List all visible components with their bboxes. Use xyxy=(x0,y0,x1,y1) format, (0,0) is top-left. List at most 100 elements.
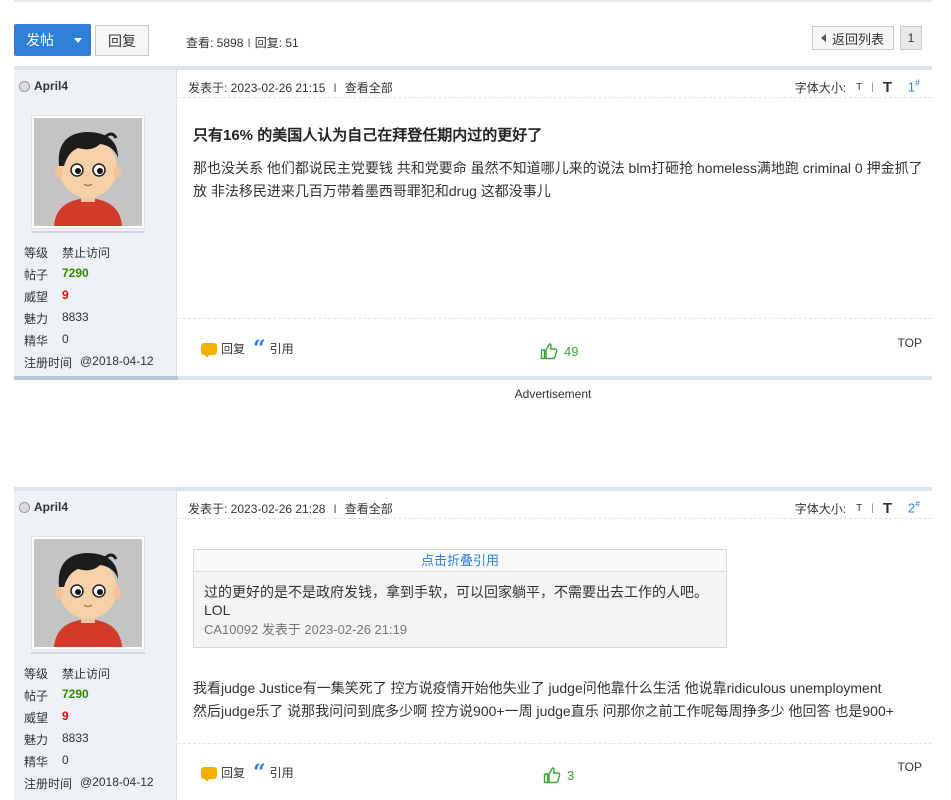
author-sidebar: April4 等级 禁止访问 帖子 7290 威望 9 魅力 8833 精华 0… xyxy=(14,491,177,800)
chat-bubble-icon xyxy=(201,342,217,358)
stat-label: 威望 xyxy=(24,290,49,304)
like-button[interactable]: 3 xyxy=(543,766,574,784)
avatar-cartoon-icon xyxy=(34,539,142,647)
stat-registered: 注册时间 @2018-04-12 xyxy=(24,775,154,792)
stat-label: 帖子 xyxy=(24,268,49,282)
stat-value[interactable]: 禁止访问 xyxy=(62,244,110,261)
thumbs-up-icon xyxy=(540,343,558,360)
avatar[interactable] xyxy=(31,115,145,229)
avatar[interactable] xyxy=(31,536,145,650)
font-size-label: 字体大小: xyxy=(794,502,847,516)
stat-label: 帖子 xyxy=(24,689,49,703)
stat-value: 8833 xyxy=(62,310,89,324)
back-to-list-button[interactable]: 返回列表 xyxy=(812,26,894,50)
avatar-cartoon-icon xyxy=(34,118,142,226)
stat-elite: 精华 0 xyxy=(24,753,69,770)
quote-action-label: 引用 xyxy=(269,342,294,356)
post-title: 只有16% 的美国人认为自己在拜登任期内过的更好了 xyxy=(193,127,543,144)
header-separator: I xyxy=(333,81,337,95)
quote-action[interactable]: “ 引用 xyxy=(253,762,294,784)
back-to-list-label: 返回列表 xyxy=(832,31,885,47)
view-all-link[interactable]: 查看全部 xyxy=(345,502,393,516)
replies-count: 回复: 51 xyxy=(254,36,299,50)
floor-number-link[interactable]: 1# xyxy=(908,78,920,94)
post-bottom-bar xyxy=(14,376,932,380)
quote-meta: CA10092 发表于 2023-02-26 21:19 xyxy=(204,622,408,637)
stat-value: 0 xyxy=(62,753,69,767)
quote-action-label: 引用 xyxy=(269,766,294,780)
stat-label: 威望 xyxy=(24,711,49,725)
stat-registered: 注册时间 @2018-04-12 xyxy=(24,354,154,371)
footer-divider xyxy=(178,318,932,319)
post: April4 等级 禁止访问 帖子 7290 威望 9 魅力 8833 精华 0… xyxy=(14,487,932,800)
view-all-link[interactable]: 查看全部 xyxy=(345,81,393,95)
footer-divider xyxy=(178,743,932,744)
stat-value[interactable]: 禁止访问 xyxy=(62,665,110,682)
header-divider xyxy=(178,518,932,519)
post-time: 发表于: 2023-02-26 21:28 xyxy=(188,502,326,516)
author-name-label: April4 xyxy=(34,79,69,93)
author-name[interactable]: April4 xyxy=(19,500,68,514)
font-size-separator: | xyxy=(871,503,874,514)
views-count: 查看: 5898 xyxy=(186,36,244,50)
reply-action[interactable]: 回复 xyxy=(201,764,246,782)
post-actions: 回复 “ 引用 49 TOP xyxy=(188,335,932,362)
font-large-button[interactable]: T xyxy=(883,500,892,517)
back-to-top-link[interactable]: TOP xyxy=(898,760,922,774)
stat-label: 注册时间 xyxy=(24,356,73,370)
advertisement-label: Advertisement xyxy=(514,387,592,401)
like-count: 49 xyxy=(564,343,579,359)
quote-text: 过的更好的是不是政府发钱，拿到手软，可以回家躺平，不需要出去工作的人吧。LOL xyxy=(204,584,708,618)
header-divider xyxy=(178,97,932,98)
author-name-label: April4 xyxy=(34,500,69,514)
author-sidebar: April4 等级 禁止访问 帖子 7290 威望 9 魅力 8833 精华 0… xyxy=(14,70,177,377)
offline-status-icon xyxy=(19,80,30,92)
stat-level: 等级 禁止访问 xyxy=(24,244,110,261)
font-small-button[interactable]: T xyxy=(856,82,862,93)
post-time: 发表于: 2023-02-26 21:15 xyxy=(188,81,326,95)
header-separator: I xyxy=(333,502,337,516)
stat-label: 等级 xyxy=(24,667,49,681)
stat-value[interactable]: 7290 xyxy=(62,266,89,283)
floor-number-link[interactable]: 2# xyxy=(908,499,920,515)
font-small-button[interactable]: T xyxy=(856,503,862,514)
post-body: 那也没关系 他们都说民主党要钱 共和党要命 虽然不知道哪儿来的说法 blm打砸抢… xyxy=(193,160,923,199)
stat-posts: 帖子 7290 xyxy=(24,687,89,704)
top-divider xyxy=(14,0,932,2)
author-name[interactable]: April4 xyxy=(19,79,68,93)
stat-label: 等级 xyxy=(24,246,49,260)
back-to-top-link[interactable]: TOP xyxy=(898,336,922,350)
stat-posts: 帖子 7290 xyxy=(24,266,89,283)
stat-elite: 精华 0 xyxy=(24,332,69,349)
new-post-button[interactable]: 发帖 xyxy=(14,24,91,56)
collapse-quote-toggle[interactable]: 点击折叠引用 xyxy=(194,550,726,572)
font-size-control: 字体大小: T | T xyxy=(795,500,892,517)
chevron-down-icon[interactable] xyxy=(74,38,82,43)
stat-label: 注册时间 xyxy=(24,777,73,791)
post-main: 发表于: 2023-02-26 21:28 I 查看全部 字体大小: T | T 2… xyxy=(178,491,932,800)
reply-action-label: 回复 xyxy=(221,766,246,780)
font-size-separator: | xyxy=(871,82,874,93)
stat-label: 魅力 xyxy=(24,733,49,747)
offline-status-icon xyxy=(19,501,30,513)
chat-bubble-icon xyxy=(201,766,217,782)
reply-button[interactable]: 回复 xyxy=(95,25,149,56)
stat-reputation: 威望 9 xyxy=(24,709,69,726)
thread-stats: 查看: 5898 I 回复: 51 xyxy=(186,34,299,51)
stat-charm: 魅力 8833 xyxy=(24,310,89,327)
font-size-label: 字体大小: xyxy=(794,81,847,95)
stats-separator: I xyxy=(247,36,251,50)
stat-value[interactable]: 7290 xyxy=(62,687,89,704)
stat-value: @2018-04-12 xyxy=(80,775,154,789)
page-number-button[interactable]: 1 xyxy=(900,26,922,50)
reply-action[interactable]: 回复 xyxy=(201,340,245,358)
font-large-button[interactable]: T xyxy=(883,79,892,96)
chevron-left-icon xyxy=(821,34,826,42)
floor-number: 1 xyxy=(907,79,915,95)
quote-action[interactable]: “ 引用 xyxy=(253,335,294,362)
stat-charm: 魅力 8833 xyxy=(24,731,89,748)
stat-value: 9 xyxy=(62,709,69,723)
like-button[interactable]: 49 xyxy=(540,342,578,360)
quote-icon: “ xyxy=(253,335,266,362)
post-actions: 回复 “ 引用 3 TOP xyxy=(188,760,932,784)
